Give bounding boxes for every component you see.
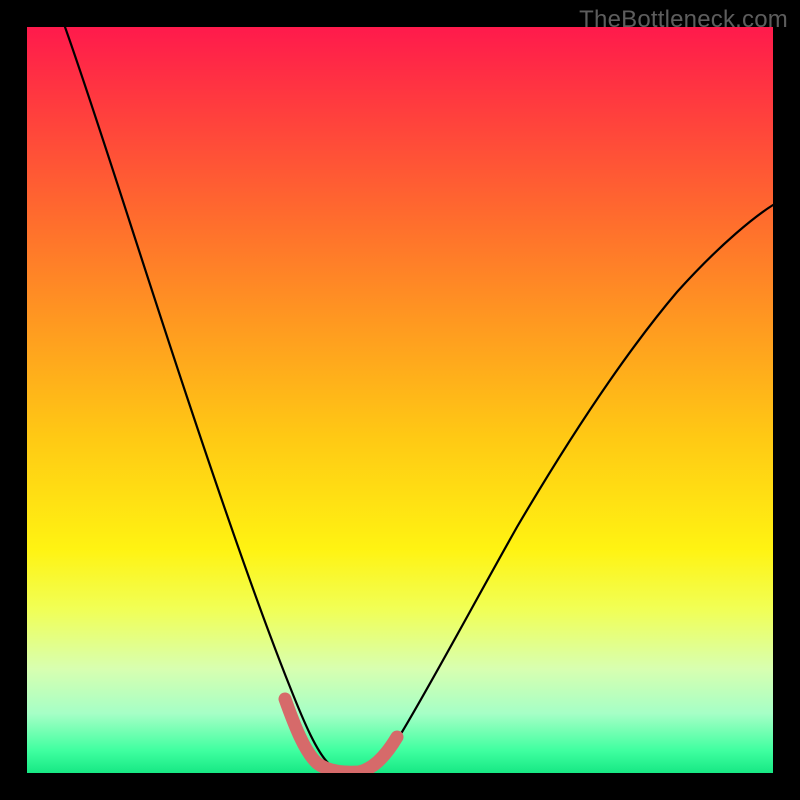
watermark-text: TheBottleneck.com	[579, 6, 788, 34]
main-curve	[65, 27, 773, 771]
chart-frame: TheBottleneck.com	[0, 0, 800, 800]
highlight-segment	[285, 699, 397, 772]
curve-layer	[27, 27, 773, 773]
plot-area	[27, 27, 773, 773]
